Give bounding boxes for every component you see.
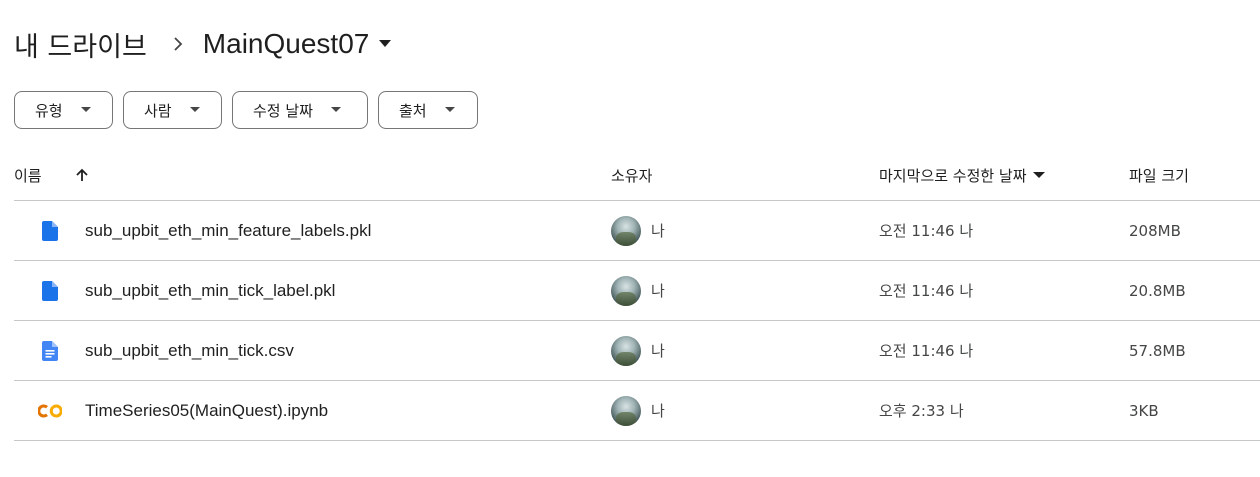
filter-type-label: 유형 (35, 101, 63, 120)
file-icon (38, 201, 62, 260)
owner-name: 나 (651, 402, 665, 420)
table-row[interactable]: sub_upbit_eth_min_tick.csv 나 오전 11:46 나 … (14, 321, 1260, 381)
table-row[interactable]: TimeSeries05(MainQuest).ipynb 나 오후 2:33 … (14, 381, 1260, 441)
breadcrumb-my-drive[interactable]: 내 드라이브 (14, 25, 151, 64)
filter-type-chip[interactable]: 유형 (14, 91, 113, 129)
breadcrumb-current-folder[interactable]: MainQuest07 (203, 28, 392, 60)
filter-people-chip[interactable]: 사람 (123, 91, 222, 129)
column-header-modified-label: 마지막으로 수정한 날짜 (879, 166, 1027, 185)
file-name: sub_upbit_eth_min_feature_labels.pkl (85, 220, 372, 240)
colab-icon (38, 381, 62, 440)
caret-down-icon (379, 40, 392, 48)
table-row[interactable]: sub_upbit_eth_min_tick_label.pkl 나 오전 11… (14, 261, 1260, 321)
caret-down-icon (1032, 171, 1045, 179)
caret-down-icon (444, 107, 455, 113)
column-header-name[interactable]: 이름 (14, 150, 42, 200)
owner-cell: 나 (611, 381, 665, 440)
breadcrumb: 내 드라이브 MainQuest07 (14, 22, 392, 66)
owner-cell: 나 (611, 261, 665, 320)
file-size: 20.8MB (1129, 281, 1186, 300)
table-header: 이름 소유자 마지막으로 수정한 날짜 파일 크기 (14, 150, 1260, 201)
avatar (611, 335, 641, 366)
file-name: sub_upbit_eth_min_tick_label.pkl (85, 280, 336, 300)
column-header-owner[interactable]: 소유자 (611, 150, 652, 200)
column-header-size[interactable]: 파일 크기 (1129, 150, 1189, 200)
file-name: sub_upbit_eth_min_tick.csv (85, 340, 294, 360)
file-name: TimeSeries05(MainQuest).ipynb (85, 400, 329, 420)
owner-cell: 나 (611, 201, 665, 260)
owner-name: 나 (651, 282, 665, 300)
caret-down-icon (330, 107, 341, 113)
owner-name: 나 (651, 342, 665, 360)
filter-source-label: 출처 (399, 101, 427, 120)
owner-name: 나 (651, 222, 665, 240)
file-table: 이름 소유자 마지막으로 수정한 날짜 파일 크기 sub_upbit_eth_… (14, 150, 1260, 441)
table-row[interactable]: sub_upbit_eth_min_feature_labels.pkl 나 오… (14, 201, 1260, 261)
sort-arrow-up-icon[interactable] (74, 150, 90, 200)
filter-source-chip[interactable]: 출처 (378, 91, 478, 129)
modified-date: 오전 11:46 나 (879, 342, 974, 360)
caret-down-icon (80, 107, 91, 113)
modified-date: 오전 11:46 나 (879, 282, 974, 300)
filter-modified-chip[interactable]: 수정 날짜 (232, 91, 368, 129)
avatar (611, 275, 641, 306)
filter-bar: 유형 사람 수정 날짜 출처 (14, 91, 478, 129)
file-size: 3KB (1129, 401, 1159, 420)
file-size: 57.8MB (1129, 341, 1186, 360)
file-size: 208MB (1129, 221, 1181, 240)
chevron-right-icon (163, 36, 193, 52)
filter-modified-label: 수정 날짜 (253, 101, 313, 120)
avatar (611, 215, 641, 246)
drive-page: 내 드라이브 MainQuest07 유형 사람 수정 날짜 출처 이름 소유자… (0, 0, 1260, 477)
breadcrumb-current-label: MainQuest07 (202, 28, 370, 59)
avatar (611, 395, 641, 426)
modified-date: 오전 11:46 나 (879, 222, 974, 240)
caret-down-icon (189, 107, 200, 113)
document-icon (38, 321, 62, 380)
filter-people-label: 사람 (144, 101, 172, 120)
column-header-modified[interactable]: 마지막으로 수정한 날짜 (879, 150, 1045, 200)
owner-cell: 나 (611, 321, 665, 380)
modified-date: 오후 2:33 나 (879, 402, 964, 420)
file-icon (38, 261, 62, 320)
